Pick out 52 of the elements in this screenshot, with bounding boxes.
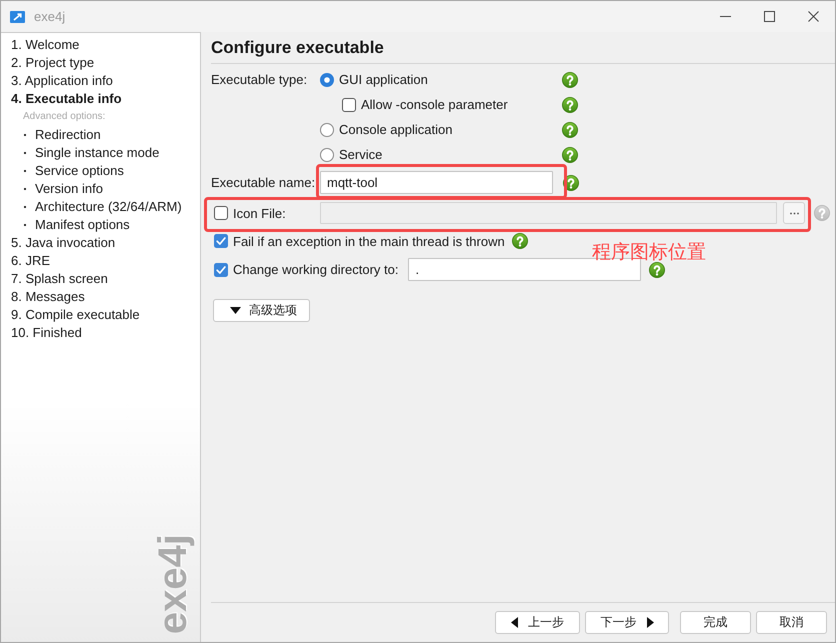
checkbox-label[interactable]: Fail if an exception in the main thread is thrown (233, 234, 505, 248)
checkbox[interactable] (214, 234, 228, 248)
radio-button[interactable] (320, 72, 334, 86)
radio-label[interactable]: GUI application (339, 72, 428, 87)
nav-item[interactable]: 8. Messages (11, 288, 200, 306)
help-icon[interactable] (562, 96, 578, 112)
checkbox[interactable] (214, 262, 228, 276)
back-button[interactable]: 上一步 (495, 611, 580, 634)
section-label: Advanced options: (22, 110, 106, 124)
nav-item[interactable]: 9. Compile executable (11, 306, 200, 324)
field-label: Executable name: (211, 175, 316, 190)
nav-item[interactable]: 1. Welcome (11, 36, 200, 54)
field-label: Executable type: (211, 72, 308, 87)
left-triangle-icon (511, 617, 518, 628)
app-icon (10, 10, 25, 22)
page-title: Configure executable (211, 37, 384, 59)
next-button[interactable]: 下一步 (585, 611, 669, 634)
nav-subitem[interactable]: Architecture (32/64/ARM) (35, 198, 182, 216)
nav-subitem[interactable]: Service options (35, 162, 124, 180)
advanced-options-button[interactable]: 高级选项 (213, 299, 310, 322)
help-icon[interactable] (562, 146, 578, 162)
checkbox-label[interactable]: Change working directory to: (233, 262, 398, 277)
radio-button[interactable] (320, 122, 334, 136)
help-icon[interactable] (649, 262, 666, 278)
nav-subitem[interactable]: Redirection (35, 126, 101, 144)
nav-subitem[interactable]: Version info (35, 180, 103, 198)
nav-subitem[interactable]: Manifest options (35, 216, 130, 234)
cancel-button[interactable]: 取消 (756, 611, 827, 634)
checkbox[interactable] (342, 98, 356, 112)
input-field[interactable]: mqtt-tool (320, 171, 553, 194)
maximize-icon (764, 11, 774, 22)
ellipsis-icon (790, 212, 798, 214)
radio-button[interactable] (320, 148, 334, 162)
nav-item[interactable]: 10. Finished (11, 324, 200, 342)
nav-item[interactable]: 2. Project type (11, 54, 200, 72)
radio-label[interactable]: Service (339, 147, 382, 162)
close-icon (808, 11, 818, 22)
window-title: exe4j (34, 9, 66, 24)
nav-item[interactable]: 3. Application info (11, 72, 200, 90)
help-icon[interactable] (563, 174, 579, 190)
right-triangle-icon (646, 617, 654, 628)
help-icon[interactable] (512, 233, 528, 249)
nav-item[interactable]: 6. JRE (11, 252, 200, 270)
finish-button[interactable]: 完成 (680, 611, 751, 634)
nav-subitem[interactable]: Single instance mode (35, 144, 160, 162)
help-icon[interactable] (562, 72, 578, 88)
radio-label[interactable]: Console application (339, 122, 452, 137)
help-icon[interactable] (562, 122, 578, 138)
nav-item[interactable]: 4. Executable info (11, 90, 200, 108)
nav-item[interactable]: 7. Splash screen (11, 270, 200, 288)
nav-item[interactable]: 5. Java invocation (11, 234, 200, 252)
checkbox-label[interactable]: Allow -console parameter (361, 97, 508, 112)
